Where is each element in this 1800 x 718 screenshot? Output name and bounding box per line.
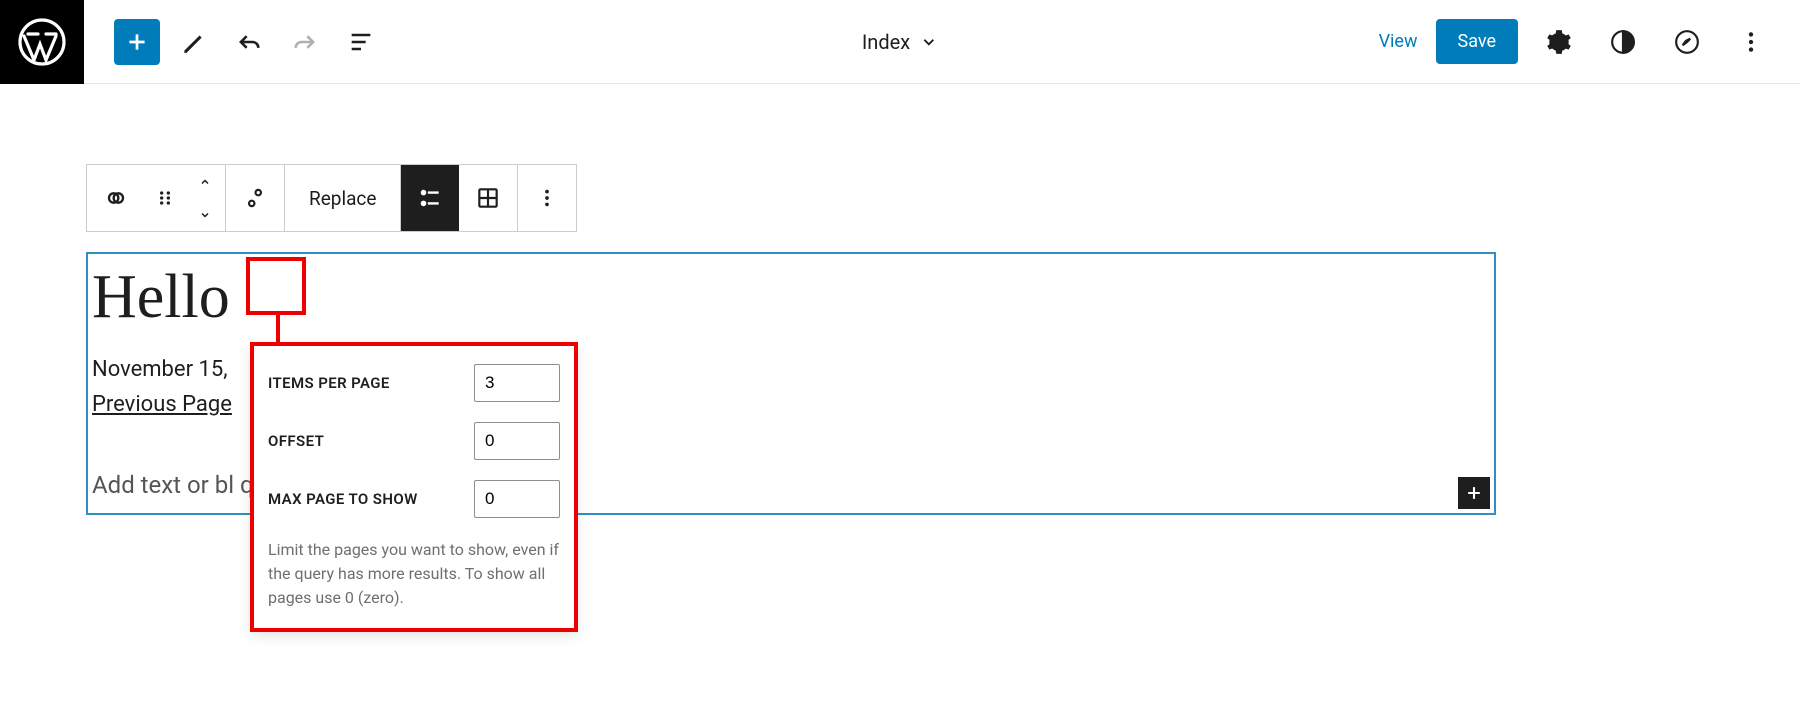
append-block-button[interactable] — [1458, 477, 1490, 509]
navigation-button[interactable] — [1664, 19, 1710, 65]
wordpress-logo[interactable] — [0, 0, 84, 84]
redo-button[interactable] — [282, 19, 328, 65]
topbar-right-controls: View Save — [1379, 19, 1800, 65]
settings-button[interactable] — [1536, 19, 1582, 65]
drag-handle[interactable] — [145, 165, 185, 231]
display-settings-button[interactable] — [226, 165, 284, 231]
max-pages-input[interactable] — [474, 480, 560, 518]
previous-page-link[interactable]: Previous Page — [88, 382, 232, 417]
query-loop-icon[interactable] — [87, 165, 145, 231]
editor-topbar: Index View Save — [0, 0, 1800, 84]
move-arrows — [185, 165, 225, 231]
grid-layout-button[interactable] — [459, 165, 517, 231]
offset-label: Offset — [268, 432, 324, 450]
block-more-options[interactable] — [518, 165, 576, 231]
block-toolbar: Replace — [86, 164, 577, 232]
view-link[interactable]: View — [1379, 31, 1418, 52]
chevron-down-icon — [920, 33, 938, 51]
styles-button[interactable] — [1600, 19, 1646, 65]
max-pages-help-text: Limit the pages you want to show, even i… — [268, 538, 560, 610]
list-layout-button[interactable] — [401, 165, 459, 231]
template-title-dropdown[interactable]: Index — [862, 30, 938, 54]
list-view-button[interactable] — [338, 19, 384, 65]
post-title[interactable]: Hello — [88, 254, 1494, 333]
replace-button[interactable]: Replace — [285, 165, 400, 231]
items-per-page-input[interactable] — [474, 364, 560, 402]
add-block-button[interactable] — [114, 19, 160, 65]
display-settings-popover: Items per Page Offset Max page to show L… — [250, 342, 578, 632]
items-per-page-label: Items per Page — [268, 374, 390, 392]
edit-mode-button[interactable] — [170, 19, 216, 65]
offset-input[interactable] — [474, 422, 560, 460]
template-title-text: Index — [862, 30, 910, 54]
topbar-left-controls — [84, 19, 384, 65]
move-down-button[interactable] — [185, 198, 225, 231]
undo-button[interactable] — [226, 19, 272, 65]
more-options-button[interactable] — [1728, 19, 1774, 65]
move-up-button[interactable] — [185, 165, 225, 198]
editor-canvas: Replace Hello November 15, Previous Page… — [0, 84, 1800, 515]
save-button[interactable]: Save — [1436, 19, 1519, 64]
max-pages-label: Max page to show — [268, 490, 418, 508]
